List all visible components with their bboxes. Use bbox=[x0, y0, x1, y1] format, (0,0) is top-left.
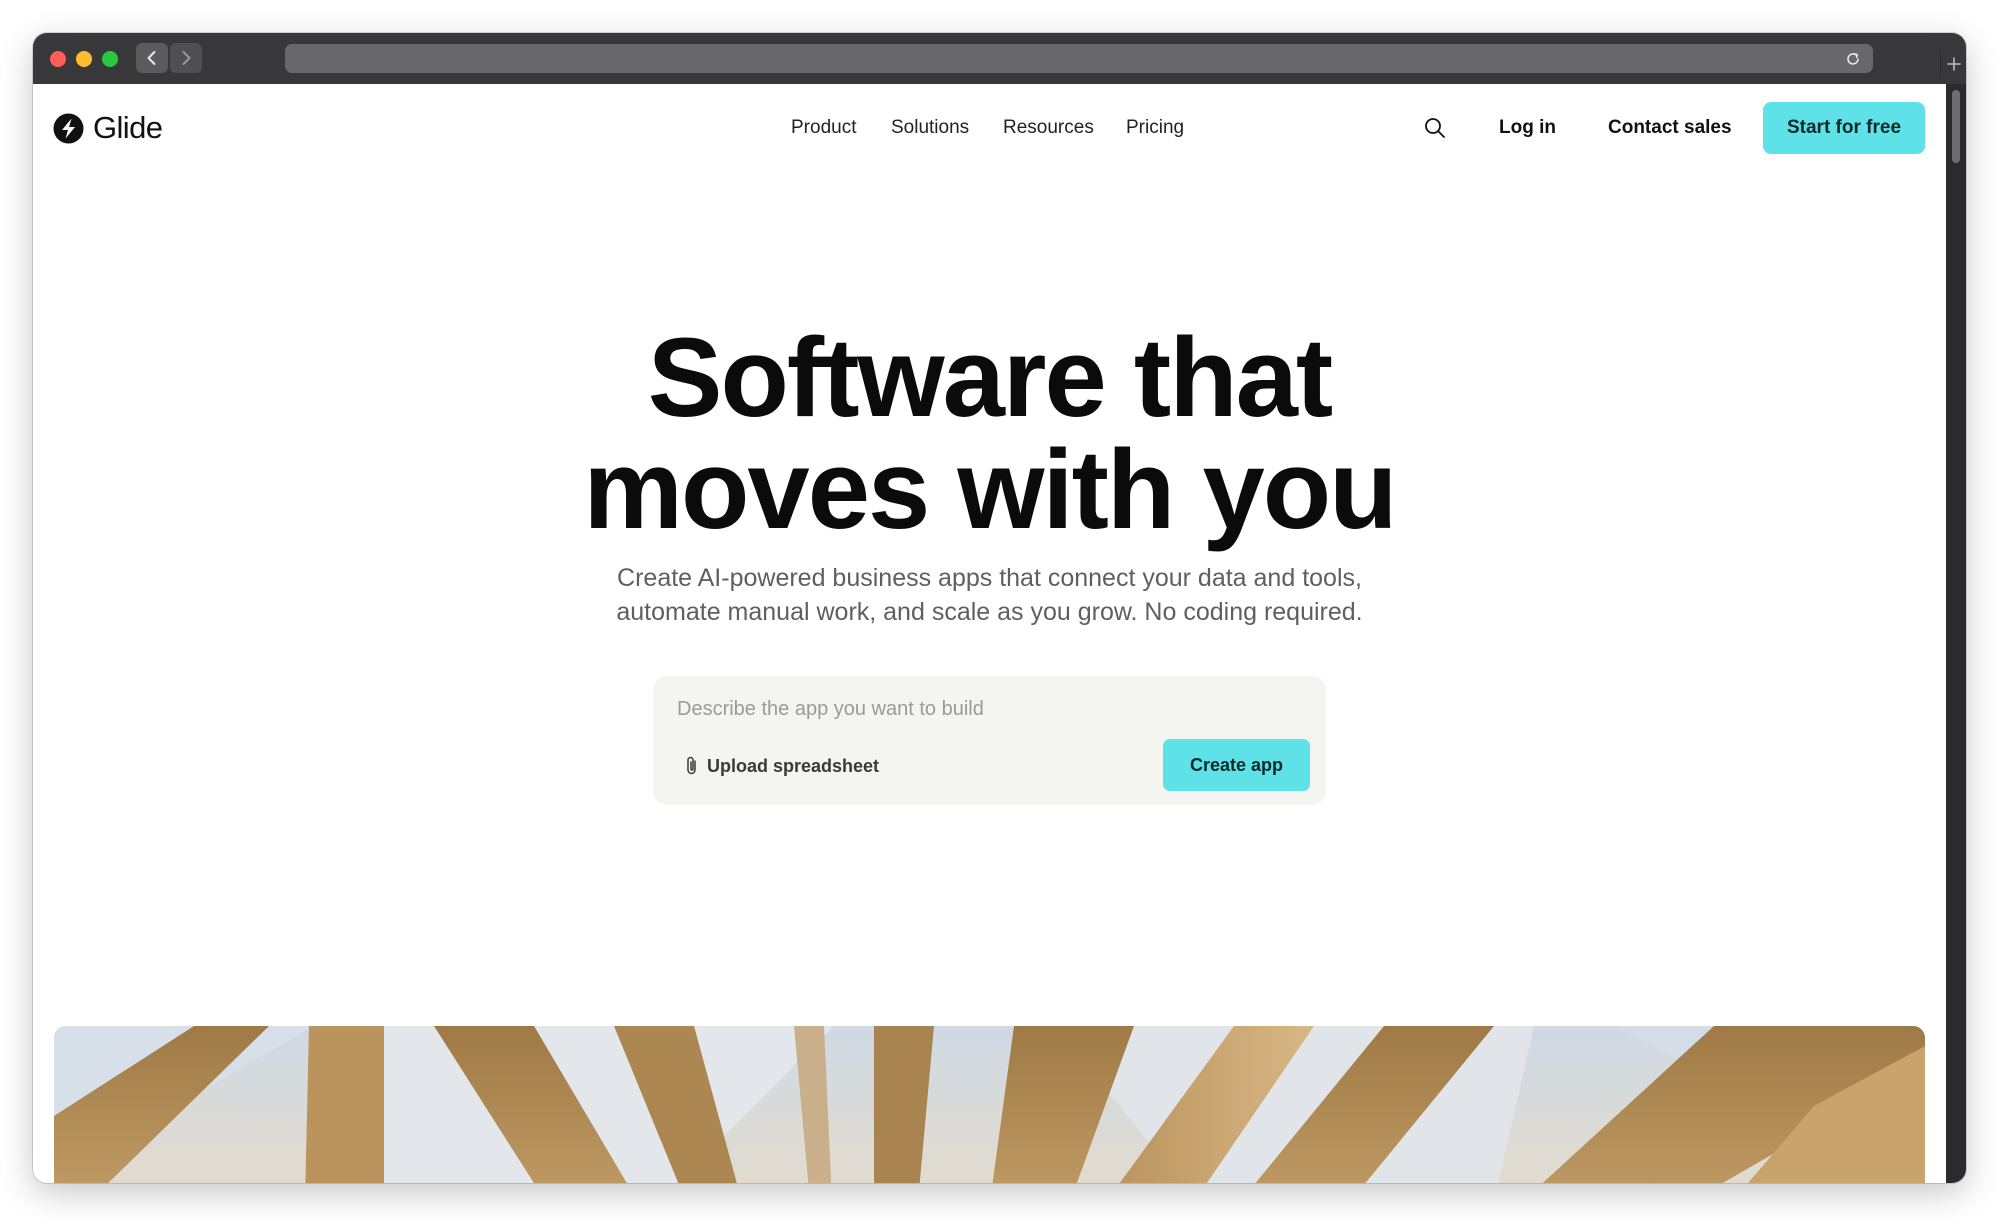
nav-item-solutions[interactable]: Solutions bbox=[891, 117, 969, 139]
create-app-button[interactable]: Create app bbox=[1163, 739, 1310, 791]
address-bar[interactable] bbox=[285, 44, 1873, 73]
back-button[interactable] bbox=[136, 43, 168, 73]
headline-line-1: Software that bbox=[647, 315, 1333, 440]
search-button[interactable] bbox=[1423, 116, 1447, 140]
roof-beams-illustration bbox=[54, 1026, 1925, 1183]
subtitle-line-1: Create AI-powered business apps that con… bbox=[617, 564, 1362, 592]
forward-button[interactable] bbox=[170, 43, 202, 73]
upload-spreadsheet-button[interactable]: Upload spreadsheet bbox=[683, 754, 879, 778]
chevron-right-icon bbox=[182, 51, 191, 65]
vertical-scrollbar[interactable] bbox=[1946, 84, 1966, 1183]
browser-titlebar bbox=[33, 33, 1966, 84]
app-prompt-box: Upload spreadsheet Create app bbox=[653, 676, 1326, 805]
nav-item-resources[interactable]: Resources bbox=[1003, 117, 1094, 139]
page-content: Glide Product Solutions Resources Pricin… bbox=[33, 84, 1946, 1183]
minimize-window-button[interactable] bbox=[76, 51, 92, 67]
hero-headline: Software that moves with you bbox=[33, 322, 1946, 546]
subtitle-line-2: automate manual work, and scale as you g… bbox=[616, 598, 1363, 626]
reload-icon[interactable] bbox=[1845, 51, 1861, 67]
chevron-left-icon bbox=[147, 51, 156, 65]
hero-image-wooden-roof bbox=[54, 1026, 1925, 1183]
app-description-input[interactable] bbox=[677, 692, 1297, 726]
nav-item-product[interactable]: Product bbox=[791, 117, 856, 139]
zoom-window-button[interactable] bbox=[102, 51, 118, 67]
close-window-button[interactable] bbox=[50, 51, 66, 67]
browser-window: Glide Product Solutions Resources Pricin… bbox=[33, 33, 1966, 1183]
upload-spreadsheet-label: Upload spreadsheet bbox=[707, 755, 880, 776]
hero-subtitle: Create AI-powered business apps that con… bbox=[593, 561, 1386, 629]
search-icon bbox=[1425, 118, 1445, 138]
paperclip-icon bbox=[687, 756, 696, 775]
contact-sales-link[interactable]: Contact sales bbox=[1608, 117, 1732, 139]
scrollbar-thumb[interactable] bbox=[1952, 90, 1960, 163]
new-tab-button[interactable] bbox=[1940, 51, 1966, 77]
headline-line-2: moves with you bbox=[583, 427, 1397, 552]
login-link[interactable]: Log in bbox=[1499, 117, 1556, 139]
plus-icon bbox=[1947, 57, 1961, 71]
nav-item-pricing[interactable]: Pricing bbox=[1126, 117, 1184, 139]
start-for-free-button[interactable]: Start for free bbox=[1763, 102, 1925, 154]
